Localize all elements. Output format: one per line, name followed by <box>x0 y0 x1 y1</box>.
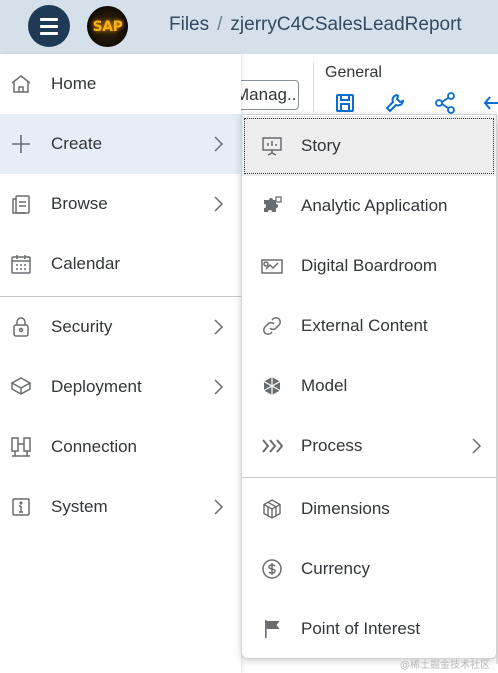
browse-icon <box>9 192 33 216</box>
breadcrumb-separator: / <box>217 14 223 35</box>
menu-item-label: Security <box>51 317 113 336</box>
submenu-item-external-content[interactable]: External Content <box>242 296 496 356</box>
shell-bar: SAP Files / zjerryC4CSalesLeadReport <box>0 0 498 54</box>
hamburger-menu-button[interactable] <box>28 5 70 47</box>
menu-item-label: Home <box>51 74 97 93</box>
chevron-right-icon <box>212 498 224 516</box>
submenu-item-label: Point of Interest <box>301 619 421 638</box>
hamburger-icon-line <box>40 17 58 21</box>
breadcrumb-files-link[interactable]: Files <box>169 14 209 35</box>
breadcrumb-current: zjerryC4CSalesLeadReport <box>230 14 462 35</box>
submenu-item-process[interactable]: Process <box>242 416 496 476</box>
link-icon <box>260 314 284 338</box>
submenu-item-label: Model <box>301 376 348 395</box>
chevron-right-icon <box>212 318 224 336</box>
menu-item-browse[interactable]: Browse <box>0 174 241 234</box>
menu-item-system[interactable]: System <box>0 477 241 537</box>
sap-logo[interactable]: SAP <box>87 6 128 47</box>
create-submenu: Story Analytic Application Digital Board… <box>241 114 497 659</box>
toolbar-divider <box>313 62 314 112</box>
submenu-item-currency[interactable]: Currency <box>242 539 496 599</box>
submenu-item-dimensions[interactable]: Dimensions <box>242 479 496 539</box>
dimensions-icon <box>260 497 284 521</box>
hamburger-icon-line <box>40 24 58 28</box>
calendar-icon <box>9 252 33 276</box>
puzzle-icon <box>260 194 284 218</box>
home-icon <box>9 72 33 96</box>
main-navigation-menu: Home Create Browse Calendar Security Dep… <box>0 54 241 673</box>
menu-item-label: Deployment <box>51 377 142 396</box>
process-icon <box>260 434 284 458</box>
toolbar-general-label: General <box>325 64 382 81</box>
flag-icon <box>260 617 284 641</box>
submenu-item-label: Dimensions <box>301 499 390 518</box>
connection-icon <box>9 435 33 459</box>
submenu-item-model[interactable]: Model <box>242 356 496 416</box>
save-icon[interactable] <box>334 92 356 114</box>
submenu-item-label: Currency <box>301 559 370 578</box>
menu-item-label: Connection <box>51 437 138 456</box>
currency-icon <box>260 557 284 581</box>
watermark: @稀土掘金技术社区 <box>400 660 490 671</box>
menu-item-home[interactable]: Home <box>0 54 241 114</box>
menu-item-label: Calendar <box>51 254 120 273</box>
chevron-right-icon <box>212 378 224 396</box>
chevron-right-icon <box>212 135 224 153</box>
menu-item-label: Browse <box>51 194 108 213</box>
menu-item-create[interactable]: Create <box>0 114 241 174</box>
plus-icon <box>9 132 33 156</box>
submenu-item-label: Analytic Application <box>301 196 448 215</box>
submenu-item-label: Process <box>301 436 363 455</box>
deployment-icon <box>9 375 33 399</box>
chevron-right-icon <box>470 437 482 455</box>
share-icon[interactable] <box>434 92 456 114</box>
undo-icon[interactable] <box>482 92 498 114</box>
info-icon <box>9 495 33 519</box>
menu-item-connection[interactable]: Connection <box>0 417 241 477</box>
boardroom-icon <box>260 254 284 278</box>
submenu-divider <box>242 477 496 478</box>
hamburger-icon-line <box>40 31 58 35</box>
story-icon <box>260 134 284 158</box>
submenu-item-story[interactable]: Story <box>242 116 496 176</box>
breadcrumb: Files / zjerryC4CSalesLeadReport <box>169 14 462 36</box>
submenu-item-label: Digital Boardroom <box>301 256 438 275</box>
submenu-item-point-of-interest[interactable]: Point of Interest <box>242 599 496 659</box>
wrench-icon[interactable] <box>384 92 406 114</box>
model-icon <box>260 374 284 398</box>
submenu-item-label: External Content <box>301 316 428 335</box>
chevron-right-icon <box>212 195 224 213</box>
submenu-item-analytic-application[interactable]: Analytic Application <box>242 176 496 236</box>
menu-item-label: Create <box>51 134 103 153</box>
submenu-item-digital-boardroom[interactable]: Digital Boardroom <box>242 236 496 296</box>
menu-item-label: System <box>51 497 108 516</box>
submenu-item-label: Story <box>301 136 341 155</box>
menu-item-calendar[interactable]: Calendar <box>0 234 241 294</box>
lock-icon <box>9 315 33 339</box>
menu-item-security[interactable]: Security <box>0 297 241 357</box>
menu-item-deployment[interactable]: Deployment <box>0 357 241 417</box>
